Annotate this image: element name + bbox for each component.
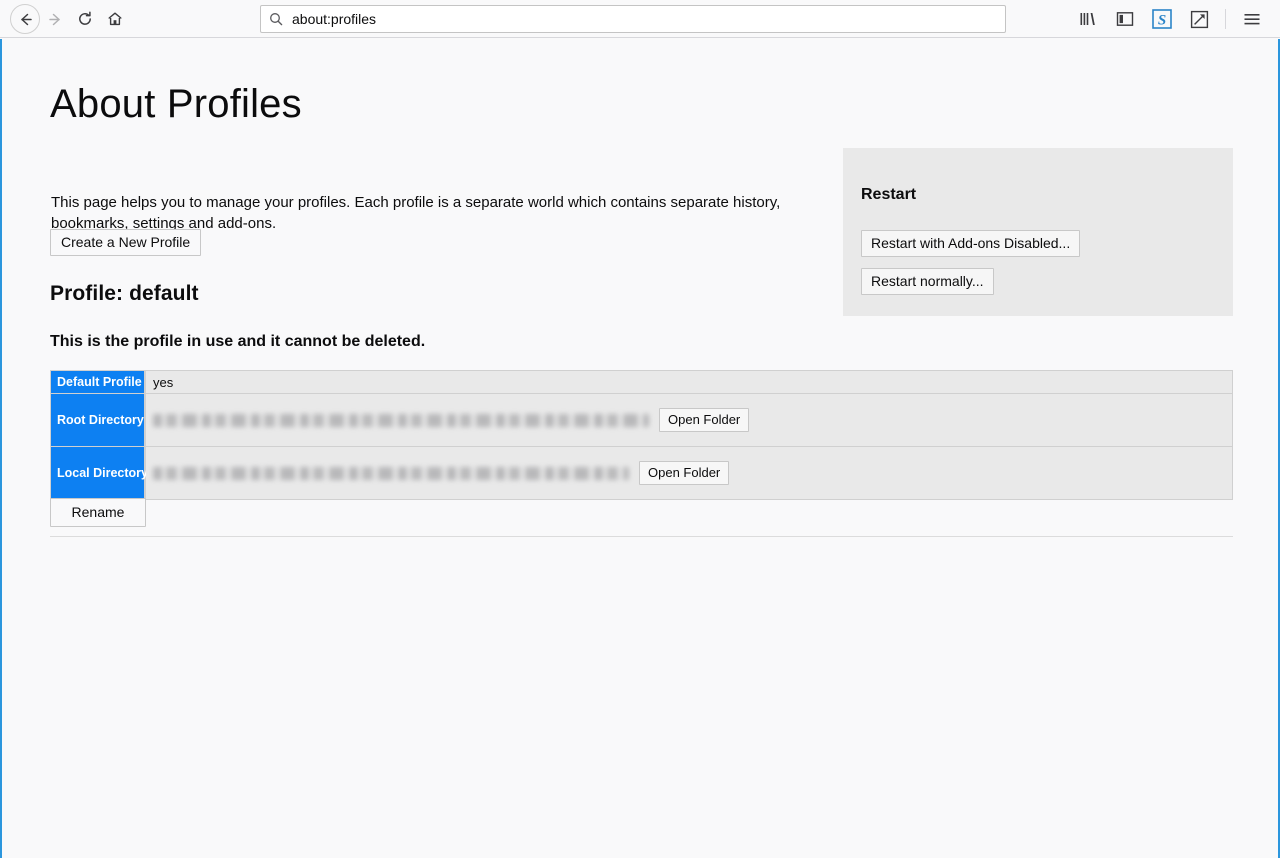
navigation-toolbar: about:profiles S [0, 0, 1280, 38]
row-value-default-profile: yes [146, 371, 1232, 394]
restart-with-addons-disabled-button[interactable]: Restart with Add-ons Disabled... [861, 230, 1081, 257]
root-directory-path-redacted [153, 413, 649, 427]
local-directory-path-redacted [153, 466, 629, 480]
reload-button[interactable] [70, 4, 100, 34]
profile-heading: Profile: default [50, 282, 199, 305]
open-folder-button-local[interactable]: Open Folder [639, 461, 730, 485]
reload-icon [79, 11, 91, 25]
row-label-default-profile: Default Profile [51, 371, 146, 394]
page-title: About Profiles [50, 82, 302, 126]
row-label-root-directory: Root Directory [51, 394, 146, 447]
row-label-local-directory: Local Directory [51, 447, 148, 499]
open-folder-button-root[interactable]: Open Folder [659, 408, 750, 432]
back-arrow-icon [20, 13, 32, 25]
back-button[interactable] [10, 4, 40, 34]
browser-window: about:profiles S About Profiles This pag… [0, 0, 1280, 858]
restart-normally-button[interactable]: Restart normally... [861, 268, 994, 295]
library-icon[interactable] [1074, 5, 1102, 33]
rename-profile-button[interactable]: Rename [50, 498, 146, 527]
row-value-local-directory: Open Folder [146, 447, 1232, 499]
search-icon [270, 13, 283, 26]
screenshot-icon[interactable] [1185, 5, 1213, 33]
toolbar-divider [1225, 9, 1226, 29]
forward-button [40, 4, 70, 34]
row-value-root-directory: Open Folder [146, 394, 1232, 447]
profile-details-table: Default Profile yes Root Directory Open … [50, 370, 1233, 500]
home-icon [108, 12, 122, 26]
table-row: Root Directory Open Folder [51, 394, 1232, 447]
svg-text:S: S [1158, 13, 1166, 29]
url-input-text[interactable]: about:profiles [292, 11, 376, 27]
sidebar-icon[interactable] [1111, 5, 1139, 33]
section-divider [50, 536, 1233, 537]
create-new-profile-button[interactable]: Create a New Profile [50, 229, 202, 256]
table-row: Default Profile yes [51, 371, 1232, 394]
profile-in-use-note: This is the profile in use and it cannot… [50, 333, 426, 350]
page-intro-text: This page helps you to manage your profi… [51, 194, 781, 232]
home-button[interactable] [100, 4, 130, 34]
restart-panel: Restart Restart with Add-ons Disabled...… [843, 148, 1233, 316]
table-row: Local Directory Open Folder [51, 447, 1232, 499]
restart-panel-title: Restart [861, 186, 917, 203]
toolbar-button-group: S [1074, 5, 1270, 33]
url-bar[interactable]: about:profiles [260, 5, 1006, 33]
forward-arrow-icon [48, 13, 60, 25]
page-content-area: About Profiles This page helps you to ma… [0, 39, 1280, 858]
toolbar-bottom-border [0, 37, 1280, 38]
menu-icon[interactable] [1238, 5, 1266, 33]
extension-s-icon[interactable]: S [1148, 5, 1176, 33]
